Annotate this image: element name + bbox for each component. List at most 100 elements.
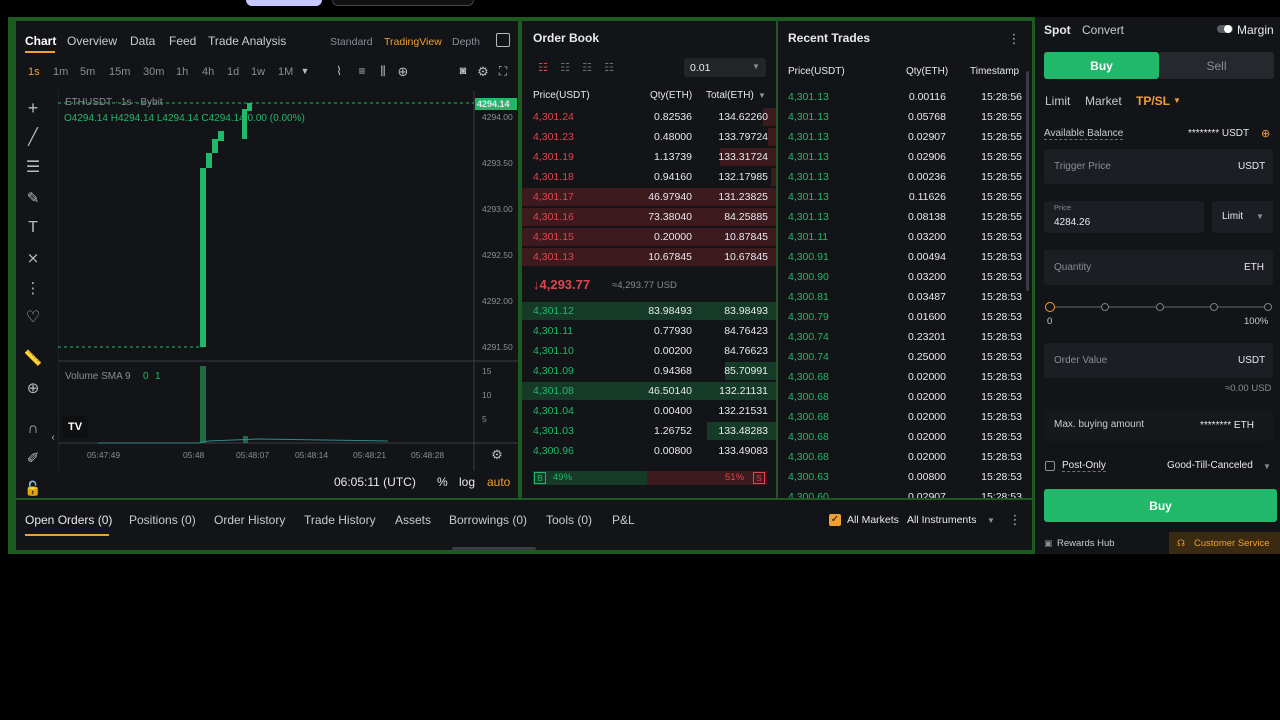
bid-row[interactable]: 4,301.03 1.26752 133.48283: [522, 421, 776, 441]
interval-30m[interactable]: 30m: [143, 66, 164, 78]
price-input[interactable]: Price 4284.26: [1044, 201, 1204, 233]
all-instruments-select[interactable]: All Instruments: [907, 514, 976, 526]
interval-1m[interactable]: 1m: [53, 66, 68, 78]
ob-header-total[interactable]: Total(ETH): [706, 90, 754, 101]
sort-icon[interactable]: ▼: [758, 91, 766, 100]
order-type-limit[interactable]: Limit: [1045, 94, 1070, 108]
ask-row[interactable]: 4,301.16 73.38040 84.25885: [522, 207, 776, 227]
heart-icon[interactable]: ♡: [24, 309, 42, 327]
margin-toggle[interactable]: [1217, 25, 1233, 33]
top-pill-active[interactable]: [246, 0, 322, 6]
quantity-input[interactable]: Quantity ETH: [1044, 250, 1273, 285]
bid-row[interactable]: 4,301.09 0.94368 85.70991: [522, 361, 776, 381]
camera-icon[interactable]: ◙: [456, 64, 470, 78]
tab-trade-history[interactable]: Trade History: [304, 513, 376, 527]
tab-chart[interactable]: Chart: [25, 34, 56, 48]
magnet-icon[interactable]: ∩: [24, 419, 42, 437]
rewards-hub-link[interactable]: Rewards Hub: [1057, 538, 1115, 549]
settings-lines-icon[interactable]: ≡: [355, 64, 369, 78]
pencil-lock-icon[interactable]: ✐: [24, 449, 42, 467]
tpsl-dropdown-icon[interactable]: ▼: [1173, 96, 1181, 105]
indicator-icon[interactable]: ⌇: [332, 64, 346, 78]
bid-row[interactable]: 4,301.11 0.77930 84.76423: [522, 321, 776, 341]
slider-step-75[interactable]: [1210, 303, 1218, 311]
ask-row[interactable]: 4,301.13 10.67845 10.67845: [522, 247, 776, 267]
more-vertical-icon[interactable]: ⋮: [1008, 31, 1021, 45]
slider-step-50[interactable]: [1156, 303, 1164, 311]
view-list-icon[interactable]: ☷: [602, 62, 616, 74]
sell-tab-button[interactable]: Sell: [1159, 52, 1274, 79]
bid-row[interactable]: 4,301.08 46.50140 132.21131: [522, 381, 776, 401]
interval-dropdown-icon[interactable]: ▼: [300, 65, 310, 77]
tab-pnl[interactable]: P&L: [612, 513, 635, 527]
tab-tools[interactable]: Tools (0): [546, 513, 592, 527]
bid-row[interactable]: 4,301.12 83.98493 83.98493: [522, 301, 776, 321]
trendline-icon[interactable]: ╱: [24, 129, 42, 147]
tab-positions[interactable]: Positions (0): [129, 513, 196, 527]
customer-service-button[interactable]: ☊ Customer Service: [1169, 532, 1280, 554]
tab-spot[interactable]: Spot: [1044, 23, 1071, 37]
interval-15m[interactable]: 15m: [109, 66, 130, 78]
crosshair-icon[interactable]: +: [24, 99, 42, 117]
order-value-input[interactable]: Order Value USDT: [1044, 343, 1273, 378]
view-bids-icon[interactable]: ☷: [558, 62, 572, 74]
view-both-icon[interactable]: ☷: [536, 62, 550, 74]
more-vertical-icon[interactable]: ⋮: [1009, 512, 1022, 526]
ask-row[interactable]: 4,301.15 0.20000 10.87845: [522, 227, 776, 247]
view-asks-icon[interactable]: ☷: [580, 62, 594, 74]
amount-slider-handle[interactable]: [1045, 302, 1055, 312]
price-mode-select[interactable]: Limit ▼: [1212, 201, 1273, 233]
order-type-market[interactable]: Market: [1085, 94, 1122, 108]
collapse-toolbar-icon[interactable]: ‹: [48, 431, 58, 445]
bid-row[interactable]: 4,301.04 0.00400 132.21531: [522, 401, 776, 421]
tab-feed[interactable]: Feed: [169, 34, 196, 48]
tab-data[interactable]: Data: [130, 34, 155, 48]
zoom-icon[interactable]: ⊕: [24, 379, 42, 397]
add-icon[interactable]: ⊕: [396, 64, 410, 78]
view-tradingview[interactable]: TradingView: [384, 36, 442, 48]
ask-row[interactable]: 4,301.18 0.94160 132.17985: [522, 167, 776, 187]
fullscreen-icon[interactable]: ⛶: [496, 64, 510, 78]
time-in-force-select[interactable]: Good-Till-Canceled: [1167, 460, 1253, 471]
order-type-tpsl[interactable]: TP/SL: [1136, 94, 1170, 108]
trades-scrollbar[interactable]: [1026, 71, 1029, 291]
tab-borrowings[interactable]: Borrowings (0): [449, 513, 527, 527]
precision-select[interactable]: 0.01 ▼: [684, 58, 766, 77]
deposit-plus-icon[interactable]: ⊕: [1261, 127, 1270, 140]
chevron-down-icon[interactable]: ▼: [1263, 462, 1271, 471]
slider-step-25[interactable]: [1101, 303, 1109, 311]
interval-1w[interactable]: 1w: [251, 66, 265, 78]
top-pill[interactable]: [332, 0, 474, 6]
pattern-icon[interactable]: ⨯: [24, 249, 42, 267]
bid-row[interactable]: 4,301.10 0.00200 84.76623: [522, 341, 776, 361]
scale-auto[interactable]: auto: [487, 475, 510, 489]
ruler-icon[interactable]: 📏: [24, 349, 43, 367]
interval-1s[interactable]: 1s: [28, 66, 40, 78]
candles-icon[interactable]: ⫼: [376, 64, 390, 78]
bid-row[interactable]: 4,300.96 0.00800 133.49083: [522, 441, 776, 461]
trigger-price-input[interactable]: Trigger Price USDT: [1044, 149, 1273, 184]
tab-assets[interactable]: Assets: [395, 513, 431, 527]
all-markets-checkbox[interactable]: ✓: [829, 514, 841, 526]
tab-convert[interactable]: Convert: [1082, 23, 1124, 37]
tab-overview[interactable]: Overview: [67, 34, 117, 48]
gear-icon[interactable]: ⚙: [476, 64, 490, 78]
interval-1h[interactable]: 1h: [176, 66, 188, 78]
fib-icon[interactable]: ⋮: [24, 279, 42, 297]
buy-submit-button[interactable]: Buy: [1044, 489, 1277, 522]
price-chart[interactable]: [58, 91, 518, 471]
ask-row[interactable]: 4,301.23 0.48000 133.79724: [522, 127, 776, 147]
buy-tab-button[interactable]: Buy: [1044, 52, 1159, 79]
ask-row[interactable]: 4,301.17 46.97940 131.23825: [522, 187, 776, 207]
text-tool-icon[interactable]: T: [24, 219, 42, 237]
interval-1d[interactable]: 1d: [227, 66, 239, 78]
tab-open-orders[interactable]: Open Orders (0): [25, 513, 112, 527]
tab-order-history[interactable]: Order History: [214, 513, 285, 527]
horizontal-lines-icon[interactable]: ☰: [24, 159, 42, 177]
view-standard[interactable]: Standard: [330, 36, 373, 48]
bottom-scrollbar[interactable]: [452, 547, 536, 550]
slider-step-100[interactable]: [1264, 303, 1272, 311]
view-depth[interactable]: Depth: [452, 36, 480, 48]
scale-log[interactable]: log: [459, 475, 475, 489]
chevron-down-icon[interactable]: ▼: [987, 516, 995, 525]
